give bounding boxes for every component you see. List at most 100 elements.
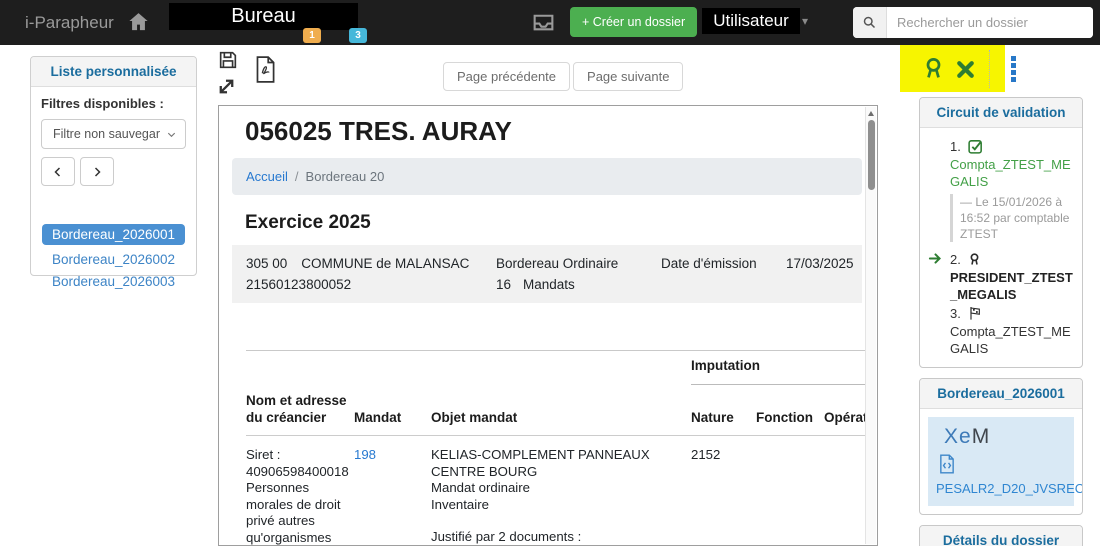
folder-details-panel: Détails du dossier ◦ Type : PES_ZTEST_ME… (919, 525, 1083, 546)
cell-fonction (756, 447, 824, 545)
viewer-scrollbar (865, 107, 876, 544)
info-commune: 305 00 COMMUNE de MALANSAC 21560123800052 (246, 253, 496, 295)
circuit-step-1: 1. Compta_ZTEST_MEGALIS — Le 15/01/2026 … (932, 136, 1074, 242)
step-number: 1. (950, 138, 961, 154)
current-step-arrow-icon (928, 251, 943, 269)
file-preview-box[interactable]: XeM PESALR2_D20_JVSRECEPT (928, 417, 1082, 506)
expand-icon[interactable] (214, 74, 239, 99)
info-commune-name: COMMUNE de MALANSAC (301, 256, 470, 271)
objet-details: Mandat ordinaire Inventaire (431, 480, 530, 512)
breadcrumb-separator: / (294, 169, 299, 184)
info-siret: 21560123800052 (246, 277, 352, 292)
breadcrumb-current: Bordereau 20 (305, 169, 385, 184)
step-validator-name: Compta_ZTEST_MEGALIS (950, 324, 1071, 356)
section-divider (246, 350, 866, 351)
info-count-unit: Mandats (523, 277, 575, 292)
reject-icon[interactable] (954, 58, 977, 86)
desk-menu[interactable]: Bureau (169, 3, 358, 30)
right-sidebar: Circuit de validation 1. Compta_ZTEST_ME… (919, 97, 1083, 546)
step-number: 2. (950, 251, 961, 267)
desk-menu-label: Bureau (231, 5, 296, 27)
save-icon[interactable] (217, 49, 239, 71)
list-item[interactable]: Bordereau_2026001 (41, 224, 186, 245)
user-caret-icon: ▾ (802, 14, 809, 28)
cell-nature: 2152 (691, 447, 721, 462)
mandates-table: Imputation Nom et adresse du créancier M… (246, 358, 867, 545)
step-validator-name: Compta_ZTEST_MEGALIS (950, 157, 1071, 189)
circuit-step-2: 2. PRESIDENT_ZTEST_MEGALIS (928, 249, 1074, 303)
list-item[interactable]: Bordereau_2026003 (52, 274, 175, 289)
exercise-heading: Exercice 2025 (245, 212, 371, 233)
file-code-icon (938, 454, 1068, 479)
scrollbar-up-arrow[interactable] (868, 111, 874, 116)
imputation-group-header: Imputation (691, 358, 760, 373)
page-navigation: Page précédente Page suivante (443, 62, 684, 91)
step-number: 3. (950, 305, 961, 321)
custom-list-title: Liste personnalisée (31, 57, 196, 87)
justification-label: Justifié par 2 documents : (431, 529, 582, 544)
info-bordereau-type: Bordereau Ordinaire (496, 256, 619, 271)
approve-seal-icon[interactable] (921, 56, 946, 86)
step-done-icon (968, 139, 982, 154)
next-icon (94, 166, 101, 177)
desk-badge-orange: 1 (303, 28, 321, 43)
document-viewer: 056025 TRES. AURAY Accueil / Bordereau 2… (218, 105, 878, 546)
info-date-label: Date d'émission (661, 256, 757, 271)
inbox-tray-icon[interactable] (531, 10, 556, 35)
col-header-nature: Nature (691, 410, 734, 425)
prev-filter-button[interactable] (41, 157, 75, 186)
toolbar-divider (989, 50, 990, 88)
home-icon[interactable] (127, 10, 150, 33)
search-icon (853, 7, 887, 38)
info-date-value: 17/03/2025 (786, 256, 854, 271)
prev-icon (54, 166, 61, 177)
col-header-operation: Opération (824, 410, 867, 425)
dropdown-chevron-icon (167, 132, 176, 137)
circuit-panel-title: Circuit de validation (920, 98, 1082, 128)
topbar: i-Parapheur Bureau 1 3 + Créer un dossie… (0, 0, 1100, 45)
cell-operation (824, 447, 867, 545)
bordereau-file-link[interactable]: PESALR2_D20_JVSRECEPT (936, 481, 1082, 496)
filters-label: Filtres disponibles : (41, 96, 164, 111)
col-header-fonction: Fonction (756, 410, 813, 425)
user-menu[interactable]: Utilisateur (702, 8, 800, 34)
imputation-group-underline (691, 384, 867, 385)
step-current-icon (970, 252, 979, 265)
bordereau-panel-title: Bordereau_2026001 (920, 379, 1082, 409)
search-input[interactable] (887, 7, 1093, 38)
filter-select-value: Filtre non sauvegar (53, 127, 161, 141)
app-brand[interactable]: i-Parapheur (25, 13, 114, 33)
breadcrumb-home-link[interactable]: Accueil (246, 169, 288, 184)
cell-objet-mandat: KELIAS-COMPLEMENT PANNEAUX CENTRE BOURG … (431, 447, 691, 545)
col-header-creancier: Nom et adresse du créancier (246, 393, 347, 425)
objet-name: KELIAS-COMPLEMENT PANNEAUX CENTRE BOURG (431, 447, 650, 479)
cell-creancier: Siret : 40906598400018 Personnes morales… (246, 447, 349, 545)
table-row: Siret : 40906598400018 Personnes morales… (246, 447, 867, 545)
next-filter-button[interactable] (80, 157, 114, 186)
more-menu-icon[interactable] (1011, 56, 1016, 82)
scrollbar-thumb[interactable] (867, 120, 875, 190)
col-header-objet: Objet mandat (431, 410, 518, 425)
step-end-icon (970, 307, 980, 320)
export-pdf-icon[interactable] (252, 55, 278, 84)
breadcrumb: Accueil / Bordereau 20 (232, 158, 862, 195)
xemelios-logo: XeM (944, 425, 991, 448)
step-validator-name: PRESIDENT_ZTEST_MEGALIS (950, 270, 1073, 302)
step-validation-note: — Le 15/01/2026 à 16:52 par comptable ZT… (950, 194, 1074, 242)
table-header-row: Nom et adresse du créancier Mandat Objet… (246, 392, 867, 436)
circuit-step-3: 3. Compta_ZTEST_MEGALIS (932, 303, 1074, 357)
app-window: i-Parapheur Bureau 1 3 + Créer un dossie… (0, 0, 1100, 546)
info-code: 305 00 (246, 256, 288, 271)
prev-page-button[interactable]: Page précédente (443, 62, 571, 91)
bordereau-info-band: 305 00 COMMUNE de MALANSAC 21560123800052… (232, 245, 862, 303)
filter-select[interactable]: Filtre non sauvegar (41, 119, 186, 149)
search-box (853, 7, 1093, 38)
list-item[interactable]: Bordereau_2026002 (52, 252, 175, 267)
user-menu-label: Utilisateur (713, 11, 789, 30)
create-folder-button[interactable]: + Créer un dossier (570, 7, 698, 37)
validation-circuit-panel: Circuit de validation 1. Compta_ZTEST_ME… (919, 97, 1083, 368)
next-page-button[interactable]: Page suivante (573, 62, 684, 91)
mandat-number-link[interactable]: 198 (354, 447, 376, 462)
info-count: 16 (496, 277, 512, 292)
bordereau-list: Bordereau_2026001 Bordereau_2026002 Bord… (41, 224, 186, 289)
